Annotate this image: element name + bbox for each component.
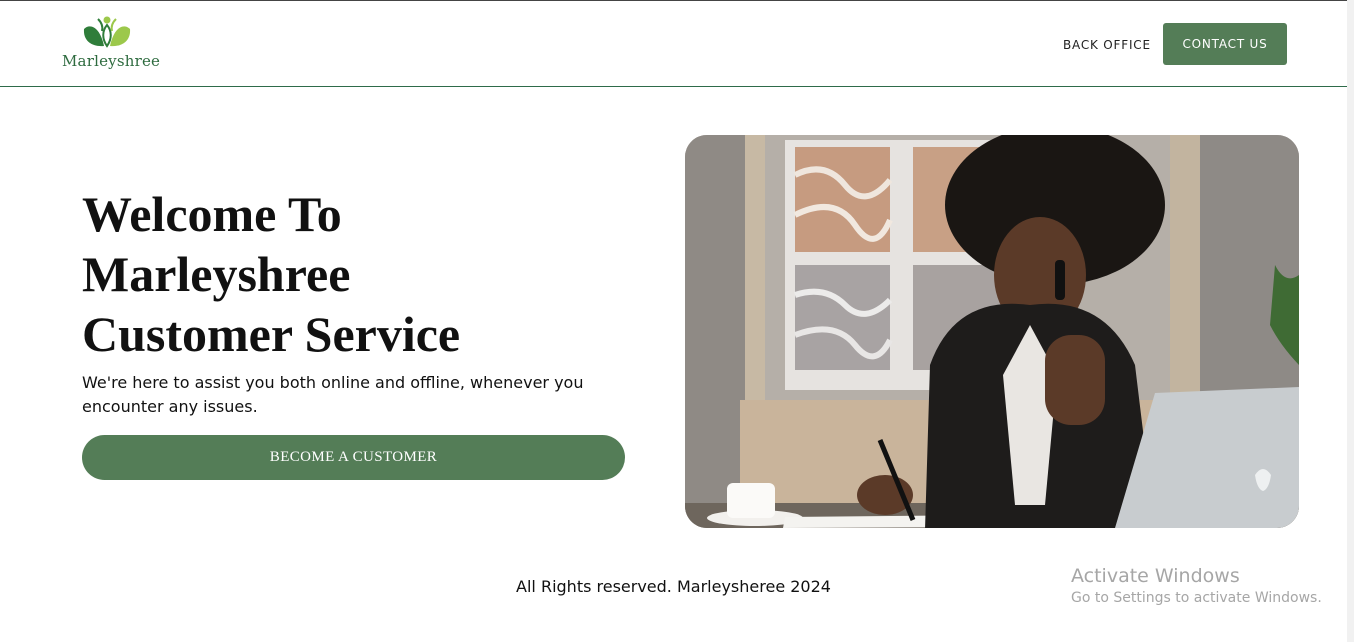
hero-title-line: Customer Service [82, 306, 461, 362]
windows-activation-watermark: Activate Windows Go to Settings to activ… [1071, 565, 1322, 609]
vertical-scrollbar[interactable] [1347, 0, 1354, 642]
site-header: Marleyshree BACK OFFICE CONTACT US [0, 1, 1347, 87]
hero-subtitle: We're here to assist you both online and… [82, 373, 584, 416]
hero-photo [685, 135, 1299, 528]
brand-name: Marleyshree [62, 52, 161, 70]
become-customer-button[interactable]: BECOME A CUSTOMER [82, 435, 625, 480]
contact-us-button[interactable]: CONTACT US [1163, 23, 1287, 65]
office-woman-phone-image [685, 135, 1299, 528]
leaf-logo-icon [83, 16, 131, 48]
watermark-subtitle: Go to Settings to activate Windows. [1071, 590, 1322, 606]
back-office-link[interactable]: BACK OFFICE [1063, 38, 1151, 52]
hero-title-line: Welcome To [82, 186, 342, 242]
hero-title-line: Marleyshree [82, 246, 351, 302]
hero-title: Welcome To Marleyshree Customer Service [82, 184, 602, 364]
watermark-title: Activate Windows [1071, 565, 1240, 587]
brand-logo[interactable]: Marleyshree [62, 15, 160, 71]
